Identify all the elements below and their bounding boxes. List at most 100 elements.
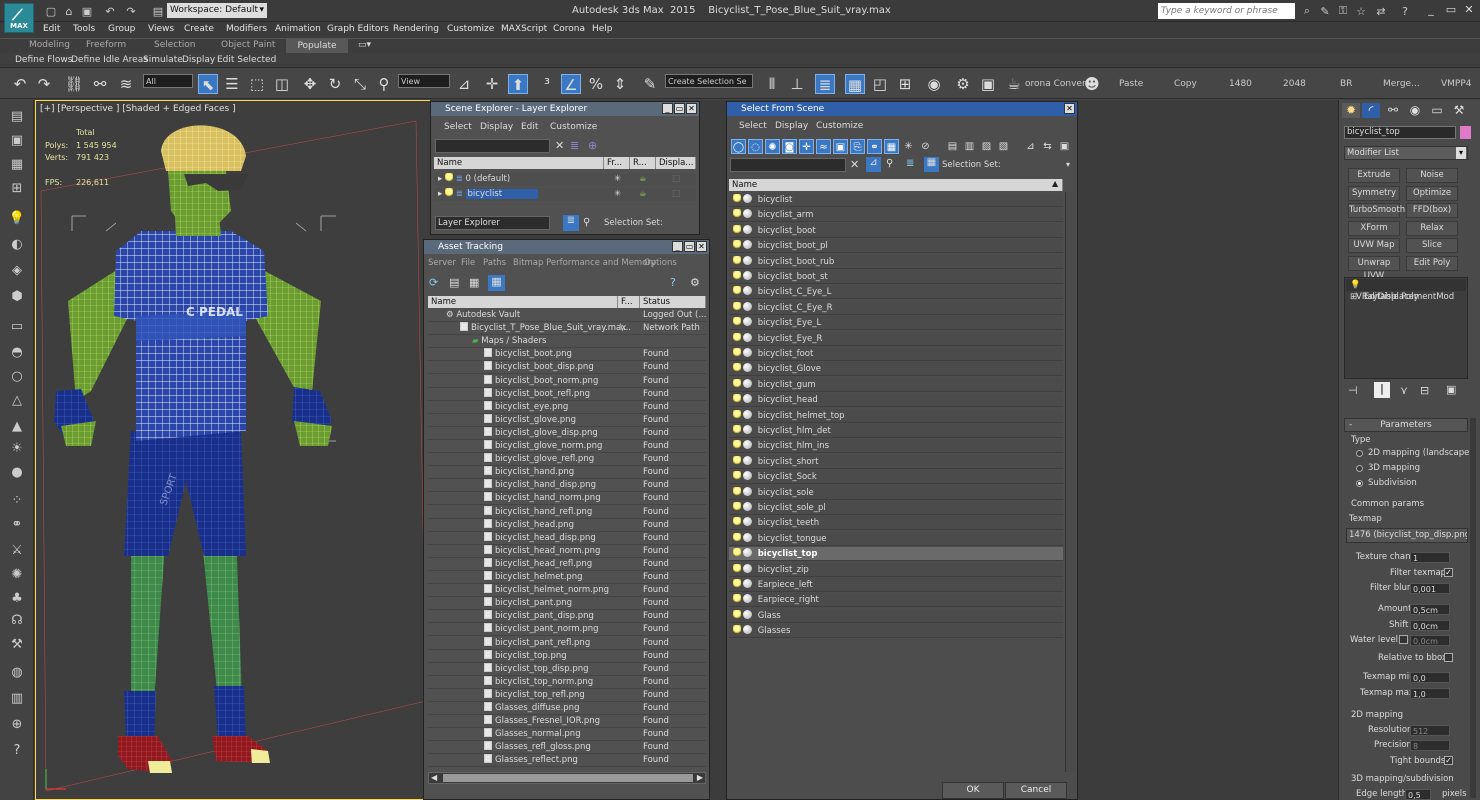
pin-stack-icon[interactable]: ⊣ [1348,384,1358,397]
render-setup-icon[interactable]: ⚙ [953,74,973,94]
help-icon[interactable]: ? [1398,4,1412,18]
percent-snap-icon[interactable]: % [586,74,606,94]
define-idle-areas-button[interactable]: Define Idle Areas [71,55,148,65]
angle-snap-icon[interactable]: ∠ [561,74,581,94]
menu-modifiers[interactable]: Modifiers [226,24,267,34]
selection-filter-dropdown[interactable]: All [143,74,193,88]
menu-graph-editors[interactable]: Graph Editors [327,24,389,34]
asset-row[interactable]: bicyclist_hand.png Found [428,466,706,480]
type-2d-radio[interactable] [1356,450,1363,457]
edit-named-selection-icon[interactable]: ✎ [640,74,660,94]
schematic-view-icon[interactable]: ⊞ [895,74,915,94]
reference-coordinate-dropdown[interactable]: View [398,74,450,88]
copy-button[interactable]: Copy [1174,79,1197,89]
vault-icon[interactable]: ⚙ [690,276,700,289]
snap-toggle-icon[interactable]: ³ [537,74,557,94]
key-icon[interactable]: ⚿ [1336,4,1350,18]
close-icon[interactable]: ✕ [696,241,707,252]
filter-lights-icon[interactable]: ✺ [765,139,780,154]
modify-tab-icon[interactable]: ◜ [1362,103,1380,118]
asset-row[interactable]: bicyclist_hand_norm.png Found [428,492,706,506]
se-menu-edit[interactable]: Edit [521,122,538,132]
filter-bones-icon[interactable]: ⚭ [867,139,882,154]
move-icon[interactable]: ✥ [300,74,320,94]
at-menu-paths[interactable]: Paths [483,258,506,268]
edit-selected-button[interactable]: Edit Selected [217,55,276,65]
plant-icon[interactable]: ♣ [8,590,26,608]
asset-row[interactable]: bicyclist_top_norm.png Found [428,675,706,689]
object-row[interactable]: bicyclist [729,193,1063,207]
object-row[interactable]: bicyclist_Eye_L [729,316,1063,331]
lightbulb-icon[interactable] [733,317,741,328]
asset-row[interactable]: bicyclist_pant.png Found [428,597,706,611]
binoculars-icon[interactable]: ⌕ [1300,4,1314,18]
list-view-icon[interactable]: ▤ [449,276,459,289]
sfs-menu-select[interactable]: Select [739,121,767,131]
lightbulb-icon[interactable] [733,579,741,589]
layers-icon[interactable]: ≣ [570,139,579,152]
modifier-button-ffd-box-[interactable]: FFD(box) [1406,203,1458,219]
at-menu-options[interactable]: Options [644,258,677,268]
new-file-icon[interactable]: ▢ [44,4,58,18]
filter-texmap-checkbox[interactable]: ✓ [1444,568,1453,577]
asset-row[interactable]: bicyclist_helmet.png Found [428,571,706,584]
menu-animation[interactable]: Animation [275,24,321,34]
lightbulb-icon[interactable] [733,363,741,374]
at-col-full-path[interactable]: F... [618,296,640,308]
object-row[interactable]: bicyclist_C_Eye_R [729,300,1063,315]
lightbulb-icon[interactable] [733,548,741,559]
asset-row[interactable]: bicyclist_top.png Found [428,649,706,663]
layer-row-default[interactable]: ▸ ≣ 0 (default) ✳ ☕ ⬚ [434,173,696,186]
bone-icon[interactable]: ⚭ [8,516,26,534]
minimize-icon[interactable]: _ [662,103,673,114]
dome-icon[interactable]: ◓ [8,344,26,362]
close-icon[interactable]: ✕ [686,103,697,114]
dropdown-icon[interactable]: ▾ [1066,160,1070,169]
asset-row[interactable]: bicyclist_top_refl.png Found [428,688,706,702]
align-icon[interactable]: ⊥ [787,74,807,94]
omni-light-icon[interactable]: ● [8,464,26,482]
asset-row[interactable]: bicyclist_hand_disp.png Found [428,479,706,493]
filter-icon[interactable]: ⊿ [866,157,881,172]
modifier-button-xform[interactable]: XForm [1348,220,1400,236]
asset-row[interactable]: bicyclist_head.png Found [428,518,706,532]
lightbulb-icon[interactable] [733,332,741,343]
display-tab-icon[interactable]: ▭ [1428,103,1446,118]
texture-chan-spinner[interactable]: 1 [1410,552,1450,563]
modifier-button-slice[interactable]: Slice [1406,238,1458,254]
material-editor-icon[interactable]: ◉ [924,74,944,94]
object-row[interactable]: bicyclist_hlm_ins [729,439,1063,454]
maximize-icon[interactable]: ▭ [1444,4,1458,16]
object-row[interactable]: bicyclist_sole [729,485,1063,500]
open-file-icon[interactable]: ⌂ [62,4,76,18]
filter-groups-icon[interactable]: ▣ [833,139,848,154]
spinner-snap-icon[interactable]: ⇕ [610,74,630,94]
help-circle-icon[interactable]: ? [8,742,26,760]
maximize-icon[interactable]: ▭ [684,241,695,252]
lightbulb-icon[interactable] [733,286,741,297]
object-name-field[interactable]: bicyclist_top [1344,126,1456,139]
simulate-button[interactable]: Simulate [143,55,183,65]
help-icon[interactable]: ? [670,276,676,289]
select-none-icon[interactable]: ▥ [962,139,977,154]
amount-spinner[interactable]: 0,5cm [1410,604,1450,615]
rendered-frame-icon[interactable]: ▣ [978,74,998,94]
preset-1480-button[interactable]: 1480 [1229,79,1252,89]
object-row[interactable]: Glasses [729,624,1063,639]
asset-row[interactable]: bicyclist_eye.png Found [428,400,706,414]
asset-row[interactable]: bicyclist_boot_refl.png Found [428,387,706,401]
lightbulb-icon[interactable] [733,348,741,358]
ribbon-tab-modeling[interactable]: Modeling [29,40,70,50]
horizontal-scrollbar[interactable]: ◀ ▶ [428,772,706,784]
texmap-max-spinner[interactable]: 1,0 [1410,688,1450,699]
object-row[interactable]: bicyclist_Eye_R [729,331,1063,346]
asset-row[interactable]: bicyclist_hand_refl.png Found [428,505,706,519]
cancel-button[interactable]: Cancel [1005,782,1067,799]
asset-row[interactable]: Glasses_Fresnel_IOR.png Found [428,715,706,729]
asset-row[interactable]: bicyclist_pant_disp.png Found [428,610,706,624]
texmap-button[interactable]: 1476 (bicyclist_top_disp.png) [1346,528,1468,543]
menu-help[interactable]: Help [592,24,613,34]
select-by-name-icon[interactable]: ☰ [222,74,242,94]
object-row[interactable]: bicyclist_zip [729,562,1063,577]
asset-row[interactable]: Glasses_diffuse.png Found [428,702,706,715]
